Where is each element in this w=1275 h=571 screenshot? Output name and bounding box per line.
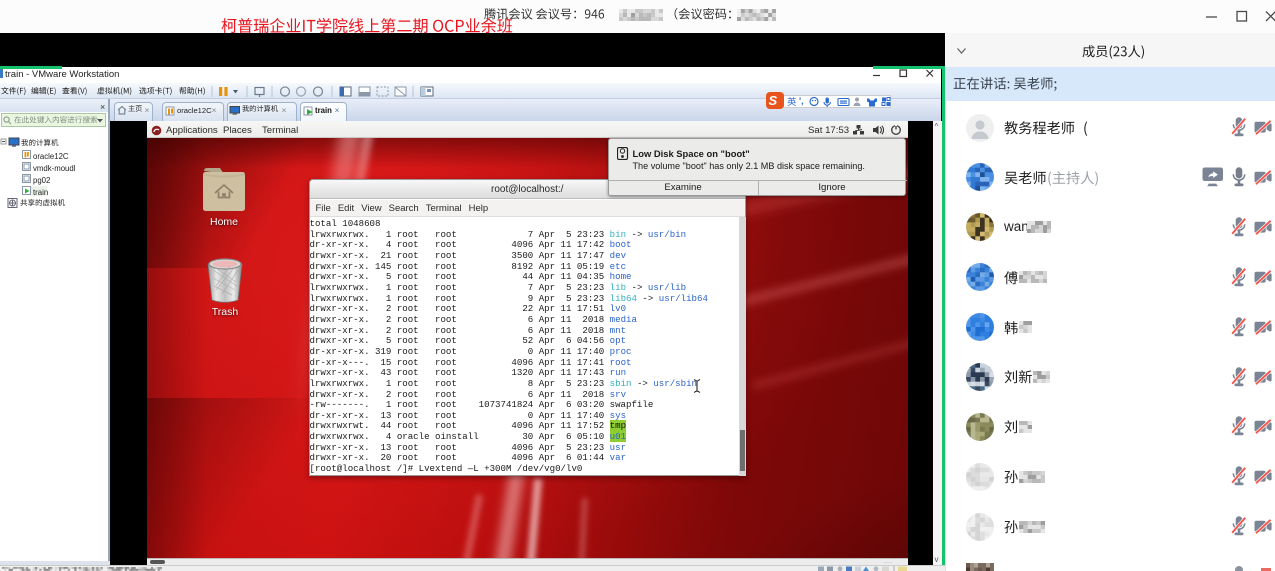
svg-text:',: ', [799,96,804,106]
